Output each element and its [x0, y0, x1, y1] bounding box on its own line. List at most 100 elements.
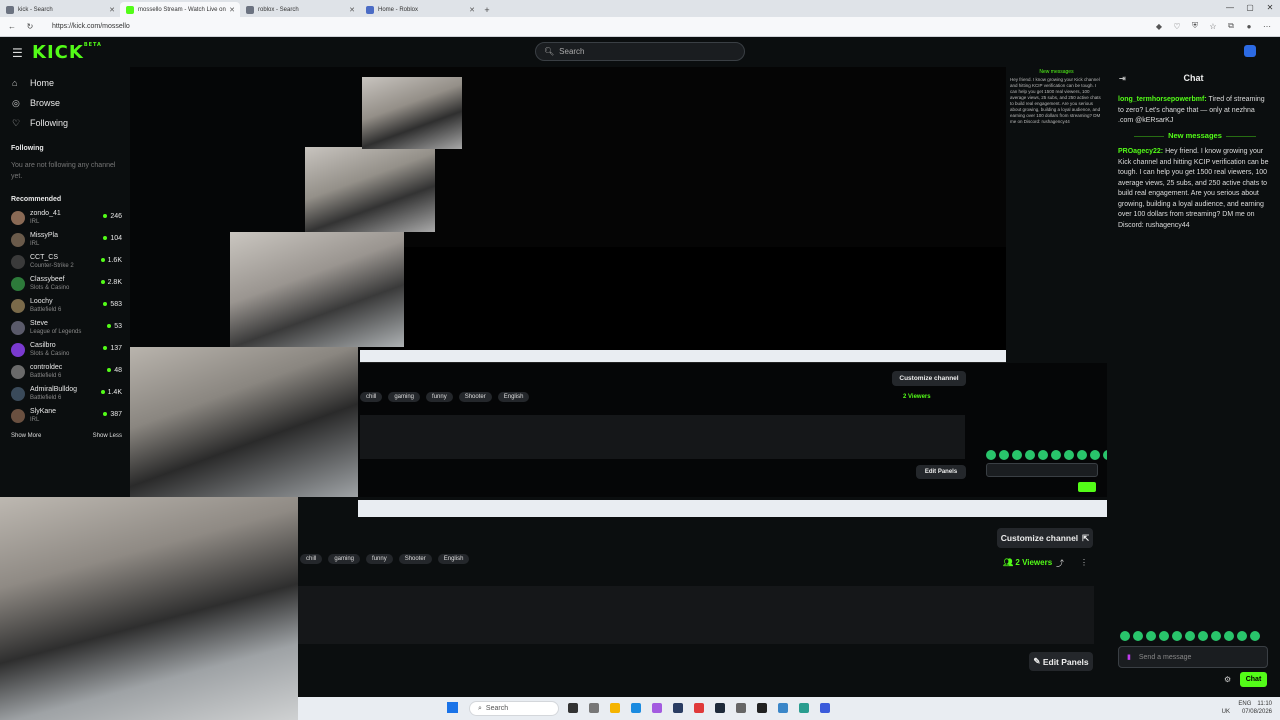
edit-panels-button[interactable]: ✎ Edit Panels — [1029, 652, 1093, 671]
nested-send-box — [986, 463, 1098, 477]
recommended-channel[interactable]: MissyPla IRL 104 — [0, 229, 130, 251]
recommended-channel[interactable]: controldec Battlefield 6 48 — [0, 361, 130, 383]
send-chat-button[interactable]: Chat — [1240, 672, 1267, 687]
search-input[interactable]: 🔍︎ Search — [535, 42, 745, 61]
recommended-channel[interactable]: SlyKane IRL 387 — [0, 405, 130, 427]
maximize-icon[interactable]: ▢ — [1240, 0, 1260, 14]
system-tray: ENG 11:10 UK 07/08/2026 — [1221, 701, 1272, 715]
stream-player[interactable]: New messages Hey friend. I know growing … — [130, 67, 1107, 497]
app-icon[interactable] — [799, 703, 809, 713]
favorites-icon[interactable]: ☆ — [1208, 21, 1218, 31]
bing-icon — [246, 5, 254, 14]
tag[interactable]: English — [437, 554, 470, 564]
app-icon[interactable] — [820, 703, 830, 713]
settings-icon[interactable] — [736, 703, 746, 713]
following-heading: Following — [11, 145, 44, 152]
channel-name: Casilbro — [30, 342, 56, 349]
tag[interactable]: gaming — [328, 554, 361, 564]
back-icon[interactable]: ← — [6, 22, 18, 31]
tag[interactable]: chill — [300, 554, 323, 564]
channel-category: Battlefield 6 — [30, 395, 62, 401]
close-tab-icon[interactable]: ✕ — [469, 6, 475, 14]
show-less-button[interactable]: Show Less — [93, 433, 122, 439]
windows-start-icon[interactable] — [447, 702, 458, 713]
home-icon: ⌂ — [12, 78, 18, 88]
chat-input[interactable]: ▮ Send a message — [1118, 646, 1268, 668]
left-sidebar: ⌂ Home ◎ Browse ♡ Following Following You a… — [0, 67, 130, 497]
steam-icon[interactable] — [715, 703, 725, 713]
nav-home[interactable]: ⌂ Home — [0, 73, 130, 93]
browser-tab[interactable]: Home - Roblox ✕ — [360, 2, 480, 17]
recommended-channel[interactable]: Loochy Battlefield 6 583 — [0, 295, 130, 317]
avatar — [11, 233, 25, 247]
shield-icon[interactable]: ⛨ — [1190, 21, 1200, 31]
close-tab-icon[interactable]: ✕ — [109, 6, 115, 14]
avatar — [11, 277, 25, 291]
nav-following[interactable]: ♡ Following — [0, 113, 130, 133]
new-messages-divider: New messages — [1110, 131, 1280, 140]
refresh-icon[interactable]: ↻ — [24, 22, 36, 31]
close-tab-icon[interactable]: ✕ — [349, 6, 355, 14]
customize-channel-button[interactable]: Customize channel ⇱ — [997, 528, 1093, 548]
app-icon[interactable] — [589, 703, 599, 713]
channel-category: IRL — [30, 417, 40, 423]
browser-tab[interactable]: kick - Search ✕ — [0, 2, 120, 17]
channel-category: Battlefield 6 — [30, 307, 62, 313]
nav-browse[interactable]: ◎ Browse — [0, 93, 130, 113]
viewer-count: 👥︎ 2 Viewers — [1003, 558, 1053, 567]
gear-icon[interactable]: ⚙ — [1224, 675, 1231, 684]
url-field[interactable]: https://kick.com/mossello — [52, 23, 130, 30]
recommended-channel[interactable]: Casilbro Slots & Casino 137 — [0, 339, 130, 361]
nested-viewer-count: 2 Viewers — [903, 394, 931, 400]
recommended-channel[interactable]: Classybeef Slots & Casino 2.8K — [0, 273, 130, 295]
app-icon[interactable] — [652, 703, 662, 713]
heart-icon[interactable]: ♡ — [1172, 21, 1182, 31]
app-icon[interactable] — [568, 703, 578, 713]
nested-tag-row: chill gaming funny Shooter English — [360, 392, 530, 402]
menu-dots-icon[interactable]: ⋯ — [1262, 21, 1272, 31]
avatar — [11, 343, 25, 357]
recommended-channel[interactable]: zondo_41 IRL 246 — [0, 207, 130, 229]
browser-tab-active[interactable]: mossello Stream - Watch Live on ✕ — [120, 2, 240, 17]
recommended-channel[interactable]: Steve League of Legends 53 — [0, 317, 130, 339]
more-icon[interactable]: ⋮ — [1080, 558, 1088, 567]
new-tab-button[interactable]: + — [480, 3, 494, 17]
address-bar: ← ↻ https://kick.com/mossello ◆ ♡ ⛨ ☆ ⧉ … — [0, 17, 1280, 37]
close-tab-icon[interactable]: ✕ — [229, 6, 235, 14]
close-window-icon[interactable]: ✕ — [1260, 0, 1280, 14]
recommended-channel[interactable]: AdmiralBulldog Battlefield 6 1.4K — [0, 383, 130, 405]
tag[interactable]: funny — [366, 554, 393, 564]
share-icon[interactable]: ⤴ — [1056, 558, 1064, 569]
profile-icon[interactable]: ● — [1244, 21, 1254, 31]
taskbar-search[interactable]: ⌕ Search — [469, 701, 559, 716]
webcam-feed — [0, 497, 298, 720]
search-icon: ⌕ — [478, 704, 482, 712]
user-avatar[interactable] — [1244, 45, 1256, 57]
channel-category: Slots & Casino — [30, 351, 70, 357]
tag[interactable]: Shooter — [398, 554, 432, 564]
channel-category: Battlefield 6 — [30, 373, 62, 379]
extension-icon[interactable]: ◆ — [1154, 21, 1164, 31]
minimize-icon[interactable]: — — [1220, 0, 1240, 14]
chat-header: ⇥ Chat — [1119, 73, 1204, 83]
app-icon[interactable] — [757, 703, 767, 713]
edge-icon[interactable] — [631, 703, 641, 713]
tag-row: chill gaming funny Shooter English — [300, 554, 470, 564]
channel-name: SlyKane — [30, 408, 57, 415]
collections-icon[interactable]: ⧉ — [1226, 21, 1236, 31]
app-icon[interactable] — [673, 703, 683, 713]
recommended-channel[interactable]: CCT_CS Counter-Strike 2 1.6K — [0, 251, 130, 273]
app-icon[interactable] — [778, 703, 788, 713]
browser-tab[interactable]: roblox - Search ✕ — [240, 2, 360, 17]
channel-name: controldec — [30, 364, 63, 371]
kick-logo[interactable]: KICKBETA — [32, 42, 102, 63]
hamburger-menu-icon[interactable]: ☰ — [12, 46, 23, 60]
channel-category: IRL — [30, 219, 40, 225]
viewers-icon: 👥︎ — [1003, 558, 1016, 567]
nested-chat-button — [1078, 482, 1096, 492]
show-more-button[interactable]: Show More — [11, 433, 41, 439]
app-icon[interactable] — [694, 703, 704, 713]
folder-icon[interactable] — [610, 703, 620, 713]
nested-customize-button: Customize channel — [892, 371, 966, 386]
collapse-chat-icon[interactable]: ⇥ — [1119, 74, 1126, 83]
